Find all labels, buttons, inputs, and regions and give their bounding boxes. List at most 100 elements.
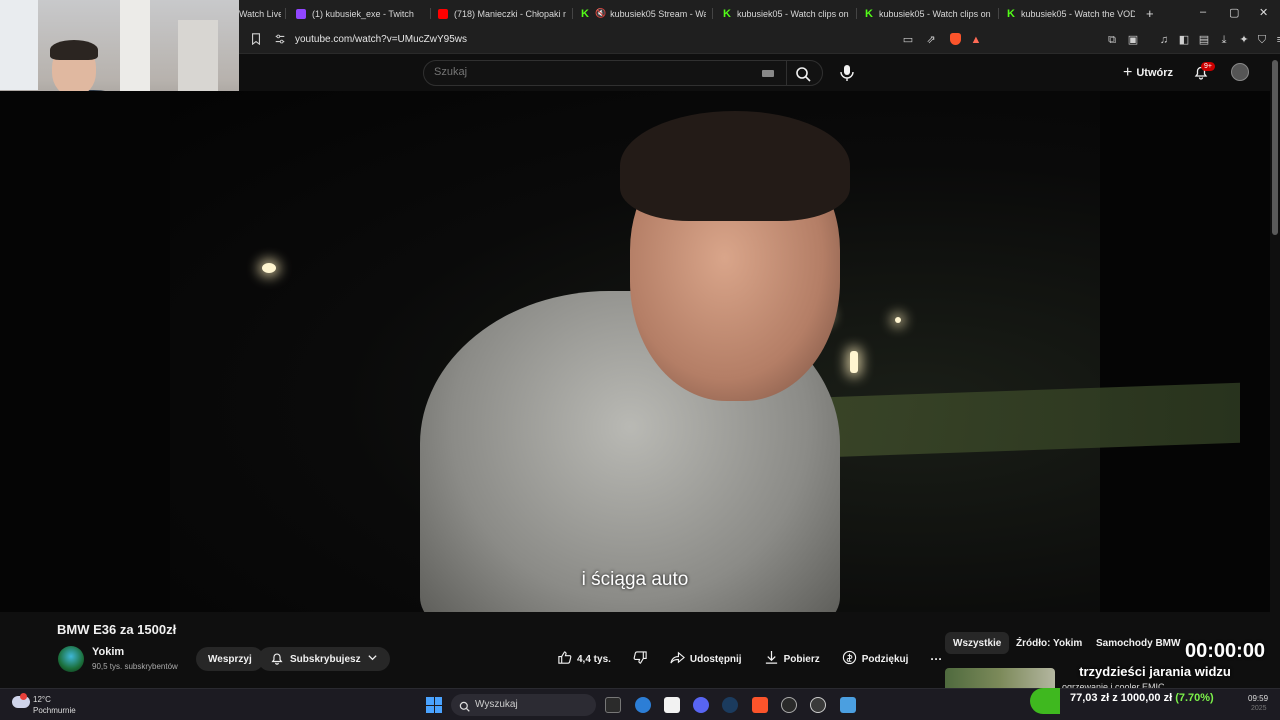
leo-ai-icon[interactable]: ✦ [1237,33,1251,47]
share-button[interactable]: Udostępnij [670,650,742,668]
weather-description[interactable]: Pochmurnie [33,706,76,715]
kick-icon: K [581,7,589,20]
scrollbar-thumb[interactable] [1272,60,1278,235]
wallet-icon[interactable]: ▤ [1197,33,1211,47]
search-input[interactable] [434,66,734,78]
subscriber-count: 90,5 tys. subskrybentów [92,662,178,671]
new-tab-button[interactable]: + [1146,0,1154,27]
subscribed-button[interactable]: Subskrybujesz [258,647,390,671]
photos-icon[interactable] [840,697,856,713]
video-player[interactable]: i ściąga auto [0,91,1270,612]
app-icon[interactable] [781,697,797,713]
browser-tab[interactable]: (1) kubusiek_exe - Twitch [296,0,426,27]
recommended-thumbnail[interactable] [945,668,1055,688]
bookmark-icon[interactable] [249,33,263,47]
chip-source[interactable]: Źródło: Yokim [1008,632,1090,654]
browser-tab[interactable]: K kubusiek05 - Watch clips on K [865,0,993,27]
search-icon[interactable] [795,66,811,82]
donation-progress-fill [1030,688,1060,714]
cast-icon[interactable]: ▭ [901,33,915,47]
chip-bmw[interactable]: Samochody BMW [1088,632,1188,654]
create-button[interactable]: + Utwórz [1123,64,1173,82]
chip-label: Samochody BMW [1096,637,1181,649]
share-page-icon[interactable]: ⇗ [924,33,938,47]
download-button[interactable]: Pobierz [764,650,820,668]
brave-rewards-icon[interactable]: ▲ [969,33,983,47]
video-frame [170,91,1240,612]
youtube-icon [438,8,448,19]
webcam-window [0,0,38,90]
webcam-door [120,0,150,100]
account-avatar[interactable] [1231,63,1249,81]
address-bar: youtube.com/watch?v=UMucZwY95ws ▭ ⇗ ▲ ⧉ … [239,27,1280,54]
browser-tab[interactable]: (718) Manieczki - Chłopaki na [438,0,566,27]
tab-label: (718) Manieczki - Chłopaki na [454,8,566,19]
clock-date[interactable]: 2025 [1251,705,1267,712]
chip-all[interactable]: Wszystkie [945,632,1010,654]
tab-capture-icon[interactable]: ▣ [1126,33,1140,47]
vpn-shield-icon[interactable]: ⛉ [1255,33,1269,47]
thanks-label: Podziękuj [861,653,909,665]
more-actions-button[interactable]: ··· [930,652,942,666]
site-settings-icon[interactable] [273,33,287,47]
media-icon[interactable]: ♫ [1157,33,1171,47]
tab-label: kubusiek05 Stream - Watch [610,8,706,19]
channel-name[interactable]: Yokim [92,646,124,658]
menu-icon[interactable]: ≡ [1273,33,1280,47]
minimize-button[interactable]: – [1200,6,1206,18]
share-label: Udostępnij [689,653,742,665]
extensions-icon[interactable]: ⧉ [1105,33,1119,47]
chevron-down-icon [367,652,378,666]
support-label: Wesprzyj [208,653,252,665]
download-label: Pobierz [783,653,820,665]
weather-temperature[interactable]: 12°C [33,695,51,704]
obs-icon[interactable] [810,697,826,713]
url-field[interactable]: youtube.com/watch?v=UMucZwY95ws [295,34,467,45]
kick-icon: K [1007,7,1015,20]
tab-label: kubusiek05 - Watch clips on K [878,8,993,19]
streetlight [895,317,901,323]
tab-separator [430,8,431,19]
brave-shield-icon[interactable] [948,33,962,47]
notification-badge: 9+ [1201,62,1215,71]
search-box [423,60,823,86]
like-button[interactable]: 4,4 tys. [557,650,611,668]
search-icon [459,699,470,717]
stream-goal-text: trzydzieści jarania widzu [1079,664,1231,679]
browser-tab[interactable]: K kubusiek05 - Watch clips on K [723,0,851,27]
clock-time[interactable]: 09:59 [1248,694,1268,703]
windows-start-icon[interactable] [426,697,442,713]
tab-separator [285,8,286,19]
support-button[interactable]: Wesprzyj [196,647,264,671]
edge-icon[interactable] [635,697,651,713]
close-window-button[interactable]: ✕ [1259,6,1268,19]
donation-text: 77,03 zł z 1000,00 zł (7.70%) [1070,692,1214,704]
channel-avatar[interactable] [58,646,84,672]
keyboard-icon[interactable] [762,70,774,77]
donation-current: 77,03 zł [1070,692,1110,704]
steam-icon[interactable] [722,697,738,713]
browser-tab[interactable]: K 🔇 kubusiek05 Stream - Watch [581,0,706,27]
sidebar-icon[interactable]: ◧ [1177,33,1191,47]
muted-icon[interactable]: 🔇 [595,8,606,19]
taskbar-search[interactable]: Wyszukaj [451,694,596,716]
browser-tab[interactable]: Watch Live [239,0,281,27]
youtube-header: + Utwórz 9+ [239,54,1280,91]
microphone-icon[interactable] [839,64,855,82]
discord-icon[interactable] [693,697,709,713]
tab-separator [998,8,999,19]
donation-percent: (7.70%) [1175,692,1214,704]
terminal-icon[interactable] [605,697,621,713]
browser-tab[interactable]: K kubusiek05 - Watch the VOD [1007,0,1135,27]
video-grass [770,382,1240,460]
stream-timer: 00:00:00 [1185,640,1266,662]
thumbs-up-icon [557,650,572,668]
brave-icon[interactable] [752,697,768,713]
tab-label: Watch Live [239,8,281,19]
downloads-icon[interactable]: ⤓ [1217,33,1231,47]
notion-icon[interactable] [664,697,680,713]
maximize-button[interactable]: ▢ [1229,6,1239,19]
dislike-button[interactable] [633,650,648,668]
streetlight [262,263,276,273]
thanks-button[interactable]: Podziękuj [842,650,909,668]
